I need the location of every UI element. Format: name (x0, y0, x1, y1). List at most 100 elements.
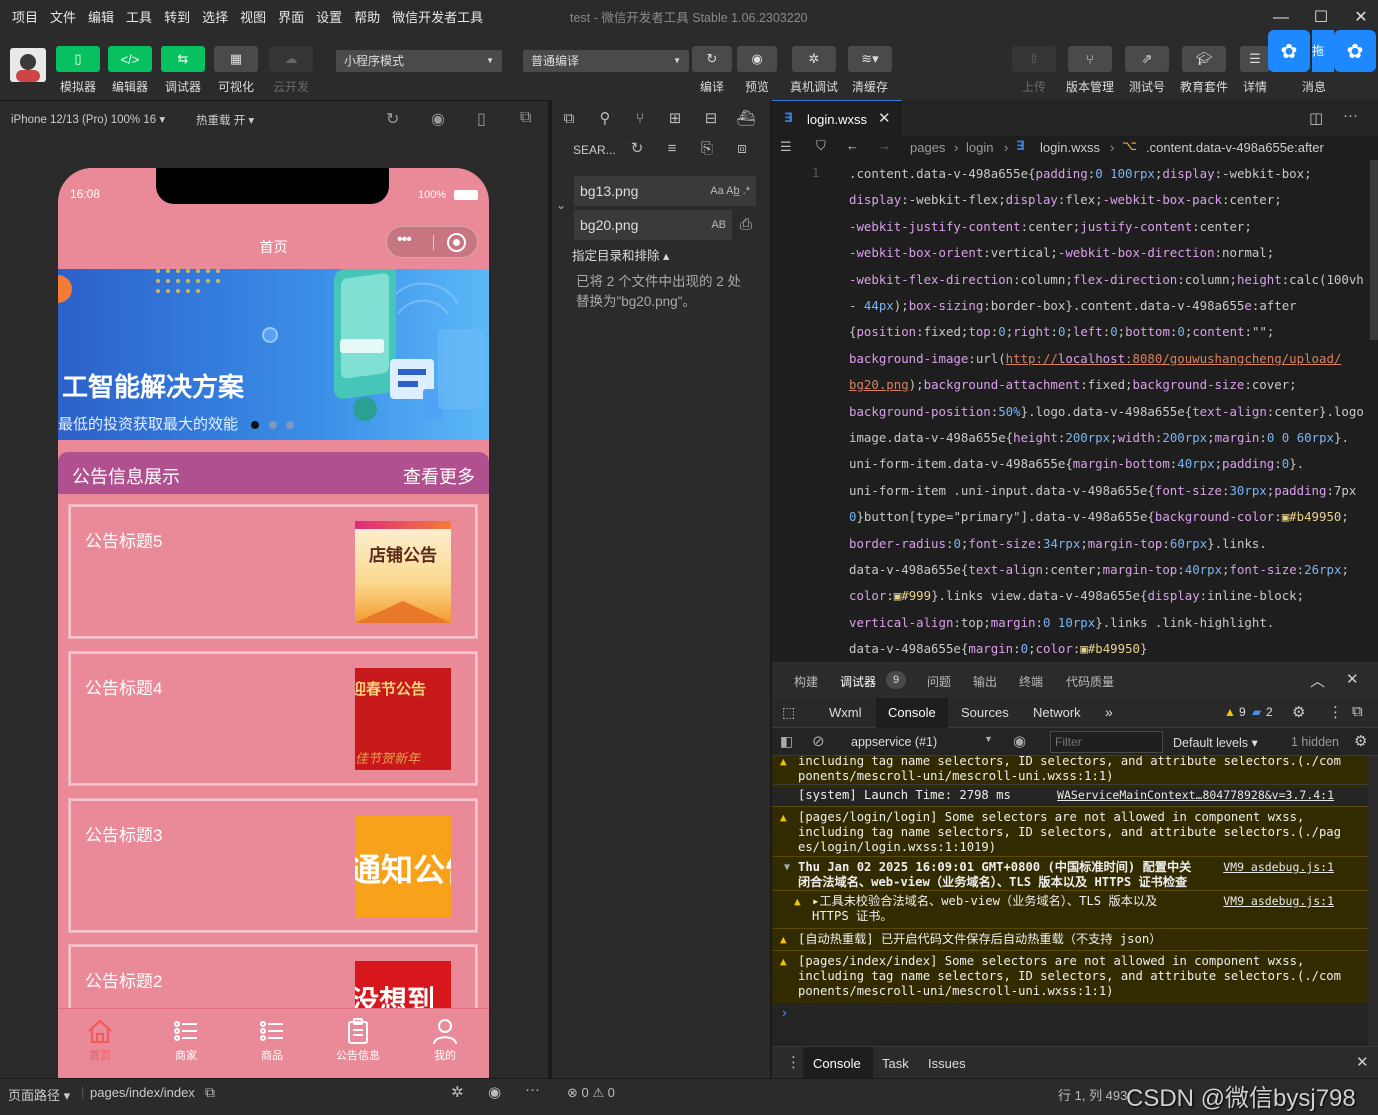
include-exclude-toggle[interactable]: 指定目录和排除 ▴ (572, 245, 669, 264)
code-line[interactable]: -webkit-flex-direction:column;flex-direc… (849, 272, 1364, 287)
compile-select[interactable]: 普通编译 ▼ (523, 50, 689, 72)
kebab-menu-icon[interactable]: ⋮ (786, 1053, 801, 1071)
edu-button[interactable]: 🎓︎ 教育套件 (1176, 46, 1232, 95)
editor-button[interactable]: </> 编辑器 (108, 46, 152, 95)
files-icon[interactable]: ⧉ (559, 109, 579, 129)
search-icon[interactable]: ⚲ (595, 109, 615, 129)
outline-icon[interactable]: ⊟ (701, 109, 721, 129)
upload-button[interactable]: ⇧ 上传 (1012, 46, 1056, 95)
version-button[interactable]: ⑂ 版本管理 (1062, 46, 1118, 95)
tab-mine[interactable]: 我的 (410, 1015, 480, 1063)
code-line[interactable]: border-radius:0;font-size:34rpx;margin-t… (849, 536, 1267, 551)
code-line[interactable]: image.data-v-498a655e{height:200rpx;widt… (849, 430, 1349, 445)
tab-network[interactable]: Network (1033, 705, 1081, 720)
notice-card[interactable]: 公告标题4 迎春节公告 佳节贺新年 (68, 651, 478, 786)
problems-count[interactable]: ⊗ 0 ⚠ 0 (567, 1085, 615, 1101)
drawer-tab-console[interactable]: Console (813, 1056, 861, 1071)
clear-results-icon[interactable]: ≡ (662, 139, 682, 159)
tab-output[interactable]: 输出 (973, 673, 997, 690)
copy-icon[interactable]: ⧉ (205, 1084, 215, 1101)
source-link[interactable]: WAServiceMainContext…804778928&v=3.7.4:1 (1057, 788, 1334, 803)
swiper-dot[interactable] (286, 421, 294, 429)
collapse-all-icon[interactable]: ⧈ (732, 139, 752, 159)
code-line[interactable]: data-v-498a655e{text-align:center;margin… (849, 562, 1349, 577)
console-filter-input[interactable] (1050, 731, 1163, 753)
menu-interface[interactable]: 界面 (278, 0, 304, 36)
code-line[interactable]: color:▣#999}.links view.data-v-498a655e{… (849, 588, 1304, 603)
more-icon[interactable]: ··· (525, 1081, 540, 1098)
code-line[interactable]: -webkit-box-orient:vertical;-webkit-box-… (849, 245, 1274, 260)
cloud-sync-icon[interactable]: ✿ (1268, 30, 1310, 72)
tab-goods[interactable]: 商品 (237, 1015, 307, 1063)
tab-wxml[interactable]: Wxml (829, 705, 862, 720)
avatar[interactable] (10, 48, 46, 82)
source-link[interactable]: VM9 asdebug.js:1 (1223, 894, 1334, 909)
see-more-link[interactable]: 查看更多 (403, 463, 475, 489)
test-account-button[interactable]: ⇗ 测试号 (1125, 46, 1169, 95)
maximize-icon[interactable]: ☐ (1308, 6, 1334, 30)
tab-terminal[interactable]: 终端 (1019, 673, 1043, 690)
console-output[interactable]: ▲ including tag name selectors, ID select… (772, 756, 1378, 1046)
preview-button[interactable]: ◉ 预览 (737, 46, 777, 95)
tab-build[interactable]: 构建 (794, 673, 818, 690)
code-line[interactable]: {position:fixed;top:0;right:0;left:0;bot… (849, 324, 1274, 339)
device-select[interactable]: iPhone 12/13 (Pro) 100% 16 ▾ (11, 112, 165, 126)
undock-icon[interactable]: ⧉ (1352, 703, 1363, 720)
plugin-icon[interactable]: ✿ (1334, 30, 1376, 72)
code-line[interactable]: - 44px);box-sizing:border-box}.content.d… (849, 298, 1297, 313)
log-levels-select[interactable]: Default levels ▾ (1173, 735, 1258, 750)
swiper-dot[interactable] (269, 421, 277, 429)
page-path-select[interactable]: 页面路径 ▾ (8, 1085, 70, 1104)
minimize-icon[interactable]: — (1268, 6, 1294, 30)
source-link[interactable]: VM9 asdebug.js:1 (1223, 860, 1334, 875)
menu-file[interactable]: 文件 (50, 0, 76, 36)
menu-wechat-devtools[interactable]: 微信开发者工具 (392, 0, 483, 36)
eye-icon[interactable]: ◉ (488, 1083, 501, 1101)
close-drawer-icon[interactable]: ✕ (1356, 1053, 1369, 1071)
replace-all-icon[interactable]: ⎙ (736, 215, 756, 235)
console-message[interactable]: [system] Launch Time: 2798 ms WAServiceMa… (772, 784, 1368, 807)
notice-card[interactable]: 公告标题5 店铺公告 (68, 504, 478, 639)
bug-icon[interactable]: ✲ (451, 1083, 464, 1101)
warning-count[interactable]: 9 (1239, 705, 1246, 719)
code-line[interactable]: uni-form-item.data-v-498a655e{margin-bot… (849, 456, 1304, 471)
mode-select[interactable]: 小程序模式 ▼ (336, 50, 502, 72)
info-count[interactable]: 2 (1266, 705, 1273, 719)
chevron-up-icon[interactable]: ︿ (1310, 670, 1325, 691)
menu-select[interactable]: 选择 (202, 0, 228, 36)
chevron-down-icon[interactable]: ▼ (984, 734, 993, 744)
compile-button[interactable]: ↻ 编译 (692, 46, 732, 95)
code-line[interactable]: display:-webkit-flex;display:flex;-webki… (849, 192, 1282, 207)
more-icon[interactable]: ••• (397, 231, 412, 249)
drawer-tab-issues[interactable]: Issues (928, 1056, 966, 1071)
tab-code-quality[interactable]: 代码质量 (1066, 673, 1114, 690)
more-tabs-icon[interactable]: » (1105, 704, 1113, 720)
real-debug-button[interactable]: ✲ 真机调试 (786, 46, 842, 95)
menu-help[interactable]: 帮助 (354, 0, 380, 36)
eye-icon[interactable]: ◉ (1013, 732, 1026, 750)
search-input[interactable]: bg13.png Aa Ab̲ .* (574, 176, 756, 206)
tab-debugger[interactable]: 调试器 (840, 673, 876, 690)
corner-badge[interactable]: 拖 (1312, 30, 1334, 72)
kebab-menu-icon[interactable]: ⋮ (1328, 703, 1343, 721)
chevron-down-icon[interactable]: ⌄ (556, 198, 566, 212)
console-message[interactable]: ▲ [自动热重载] 已开启代码文件保存后自动热重载（不支持 json） (772, 928, 1368, 951)
code-line[interactable]: data-v-498a655e{margin:0;color:▣#b49950} (849, 641, 1147, 656)
swiper-dot-active[interactable] (251, 421, 259, 429)
menu-project[interactable]: 项目 (12, 0, 38, 36)
tab-problems[interactable]: 问题 (927, 673, 951, 690)
code-line[interactable]: background-image:url(http://localhost:80… (849, 351, 1341, 366)
tab-home[interactable]: 首页 (65, 1015, 135, 1063)
sidebar-toggle-icon[interactable]: ◧ (780, 733, 793, 750)
tab-sources[interactable]: Sources (961, 705, 1009, 720)
code-line[interactable]: bg20.png);background-attachment:fixed;ba… (849, 377, 1297, 392)
search-options[interactable]: Aa Ab̲ .* (710, 176, 750, 206)
code-line[interactable]: 0}button[type="primary"].data-v-498a655e… (849, 509, 1349, 524)
git-icon[interactable]: ⑂ (630, 109, 650, 129)
cloud-button[interactable]: ☁ 云开发 (269, 46, 313, 95)
code-line[interactable]: -webkit-justify-content:center;justify-c… (849, 219, 1252, 234)
menu-tools[interactable]: 工具 (126, 0, 152, 36)
menu-view[interactable]: 视图 (240, 0, 266, 36)
tab-notice[interactable]: 公告信息 (323, 1015, 393, 1063)
console-prompt[interactable]: › (782, 1004, 787, 1020)
